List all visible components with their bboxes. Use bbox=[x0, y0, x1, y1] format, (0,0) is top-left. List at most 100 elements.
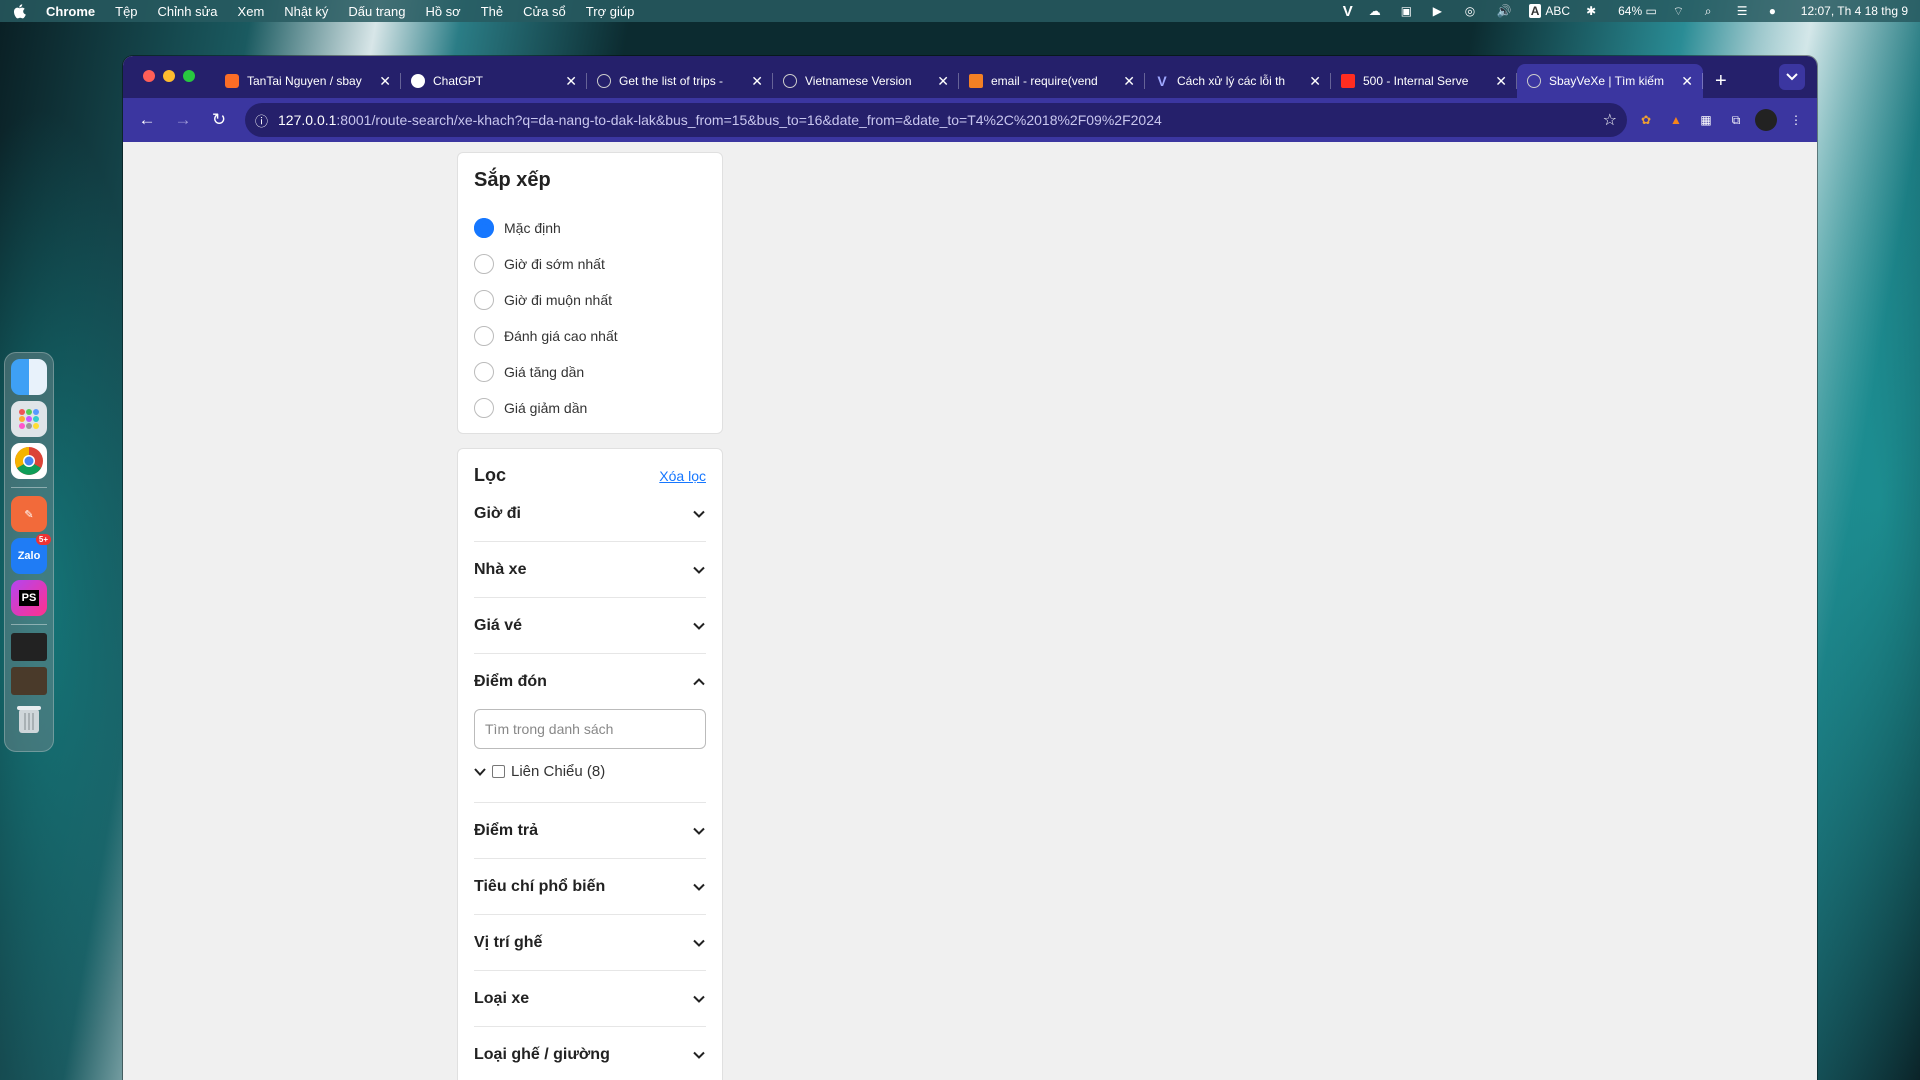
browser-tab-active[interactable]: SbayVeXe | Tìm kiếm ✕ bbox=[1517, 64, 1703, 98]
menu-bookmarks[interactable]: Dấu trang bbox=[348, 4, 405, 19]
volume-icon[interactable]: 🔊 bbox=[1497, 4, 1513, 18]
cloud-status-icon[interactable]: ☁ bbox=[1369, 4, 1385, 18]
sort-option[interactable]: Giờ đi muộn nhất bbox=[474, 282, 706, 318]
menu-edit[interactable]: Chỉnh sửa bbox=[158, 4, 218, 19]
input-source-indicator[interactable]: A ABC bbox=[1528, 4, 1570, 18]
chevron-down-icon[interactable] bbox=[474, 767, 486, 777]
close-tab-icon[interactable]: ✕ bbox=[1309, 73, 1321, 90]
minimized-window-icon[interactable] bbox=[11, 633, 47, 661]
radio[interactable] bbox=[474, 254, 494, 274]
qr-extension-icon[interactable]: ▦ bbox=[1695, 109, 1717, 131]
screen-status-icon[interactable]: ▣ bbox=[1401, 4, 1417, 18]
menu-help[interactable]: Trợ giúp bbox=[586, 4, 635, 19]
sort-option[interactable]: Giá tăng dần bbox=[474, 354, 706, 390]
accordion-header[interactable]: Nhà xe bbox=[474, 542, 706, 597]
close-window-button[interactable] bbox=[143, 70, 155, 82]
menu-app-name[interactable]: Chrome bbox=[46, 4, 95, 19]
close-tab-icon[interactable]: ✕ bbox=[565, 73, 577, 90]
spotlight-search-icon[interactable]: ⌕ bbox=[1705, 4, 1721, 18]
menubar-clock[interactable]: 12:07, Th 4 18 thg 9 bbox=[1801, 4, 1908, 18]
control-center-icon[interactable]: ☰ bbox=[1737, 4, 1753, 18]
browser-tab[interactable]: Vietnamese Version ✕ bbox=[773, 64, 959, 98]
battery-indicator[interactable]: 64% ▭ bbox=[1618, 4, 1657, 18]
radio[interactable] bbox=[474, 326, 494, 346]
radio[interactable] bbox=[474, 362, 494, 382]
bluetooth-icon[interactable]: ✱ bbox=[1586, 4, 1602, 18]
radio[interactable] bbox=[474, 398, 494, 418]
accordion-header[interactable]: Loại xe bbox=[474, 971, 706, 1026]
cookie-extension-icon[interactable]: ✿ bbox=[1635, 109, 1657, 131]
accordion-header[interactable]: Điểm trả bbox=[474, 803, 706, 858]
section-label: Giá vé bbox=[474, 616, 523, 634]
more-options-icon[interactable]: ⋮ bbox=[1785, 109, 1807, 131]
tab-search-button[interactable] bbox=[1779, 64, 1805, 90]
browser-tab[interactable]: Get the list of trips - ✕ bbox=[587, 64, 773, 98]
close-tab-icon[interactable]: ✕ bbox=[1681, 73, 1693, 90]
siri-icon[interactable]: ● bbox=[1769, 4, 1785, 18]
finder-icon[interactable] bbox=[11, 359, 47, 395]
phpstorm-icon[interactable]: PS bbox=[11, 580, 47, 616]
battery-percent: 64% bbox=[1618, 4, 1643, 18]
accordion-header[interactable]: Vị trí ghế bbox=[474, 915, 706, 970]
metamask-extension-icon[interactable]: ▲ bbox=[1665, 109, 1687, 131]
radio-selected[interactable] bbox=[474, 218, 494, 238]
menu-file[interactable]: Tệp bbox=[115, 4, 137, 19]
accordion-header[interactable]: Giá vé bbox=[474, 598, 706, 653]
close-tab-icon[interactable]: ✕ bbox=[1123, 73, 1135, 90]
chevron-up-icon bbox=[693, 677, 705, 685]
browser-tab[interactable]: 500 - Internal Serve ✕ bbox=[1331, 64, 1517, 98]
browser-tab[interactable]: V Cách xử lý các lỗi th ✕ bbox=[1145, 64, 1331, 98]
browser-tab[interactable]: ChatGPT ✕ bbox=[401, 64, 587, 98]
accordion-header[interactable]: Giờ đi bbox=[474, 486, 706, 541]
bookmark-star-icon[interactable]: ☆ bbox=[1603, 110, 1617, 130]
address-bar[interactable]: ⓘ 127.0.0.1:8001/route-search/xe-khach?q… bbox=[245, 103, 1627, 137]
browser-tab[interactable]: email - require(vend ✕ bbox=[959, 64, 1145, 98]
pickup-search-input[interactable] bbox=[474, 709, 706, 749]
sort-option-label: Giá tăng dần bbox=[504, 364, 585, 380]
site-info-icon[interactable]: ⓘ bbox=[255, 111, 268, 130]
sort-option[interactable]: Đánh giá cao nhất bbox=[474, 318, 706, 354]
sort-option[interactable]: Giờ đi sớm nhất bbox=[474, 246, 706, 282]
filter-header: Lọc Xóa lọc bbox=[474, 465, 706, 486]
pickup-option[interactable]: Liên Chiểu (8) bbox=[474, 763, 706, 780]
chrome-icon[interactable] bbox=[11, 443, 47, 479]
airdrop-icon[interactable]: ◎ bbox=[1465, 4, 1481, 18]
phpstorm-label: PS bbox=[18, 590, 40, 606]
chevron-down-icon bbox=[693, 939, 705, 947]
zalo-icon[interactable]: Zalo 5+ bbox=[11, 534, 51, 574]
back-button[interactable]: ← bbox=[133, 106, 161, 134]
reload-button[interactable]: ↻ bbox=[205, 106, 233, 134]
apple-icon[interactable] bbox=[12, 3, 26, 19]
play-status-icon[interactable]: ▶ bbox=[1433, 4, 1449, 18]
clear-filter-link[interactable]: Xóa lọc bbox=[659, 468, 706, 484]
minimized-window-icon[interactable] bbox=[11, 667, 47, 695]
close-tab-icon[interactable]: ✕ bbox=[1495, 73, 1507, 90]
menu-profiles[interactable]: Hồ sơ bbox=[425, 4, 460, 19]
menu-view[interactable]: Xem bbox=[238, 4, 265, 19]
profile-avatar[interactable] bbox=[1755, 109, 1777, 131]
accordion-header[interactable]: Loại ghế / giường bbox=[474, 1027, 706, 1080]
menu-window[interactable]: Cửa sổ bbox=[523, 4, 566, 19]
minimize-window-button[interactable] bbox=[163, 70, 175, 82]
launchpad-icon[interactable] bbox=[11, 401, 47, 437]
pen-app-icon[interactable]: ✎ bbox=[11, 496, 47, 532]
trash-icon[interactable] bbox=[11, 701, 47, 737]
accordion-header[interactable]: Điểm đón bbox=[474, 654, 706, 709]
menu-history[interactable]: Nhật ký bbox=[284, 4, 328, 19]
radio[interactable] bbox=[474, 290, 494, 310]
close-tab-icon[interactable]: ✕ bbox=[379, 73, 391, 90]
close-tab-icon[interactable]: ✕ bbox=[751, 73, 763, 90]
pickup-checkbox[interactable] bbox=[492, 765, 505, 778]
zoom-window-button[interactable] bbox=[183, 70, 195, 82]
sort-option[interactable]: Giá giảm dần bbox=[474, 390, 706, 426]
vimeo-status-icon[interactable]: V bbox=[1343, 3, 1353, 20]
sort-option[interactable]: Mặc định bbox=[474, 210, 706, 246]
new-tab-button[interactable]: + bbox=[1715, 64, 1727, 98]
close-tab-icon[interactable]: ✕ bbox=[937, 73, 949, 90]
forward-button[interactable]: → bbox=[169, 106, 197, 134]
accordion-header[interactable]: Tiêu chí phổ biến bbox=[474, 859, 706, 914]
wifi-icon[interactable]: ⌔ bbox=[1673, 4, 1689, 18]
menu-tab[interactable]: Thẻ bbox=[481, 4, 503, 19]
extensions-puzzle-icon[interactable]: ⧉ bbox=[1725, 109, 1747, 131]
browser-tab[interactable]: TanTai Nguyen / sbay ✕ bbox=[215, 64, 401, 98]
